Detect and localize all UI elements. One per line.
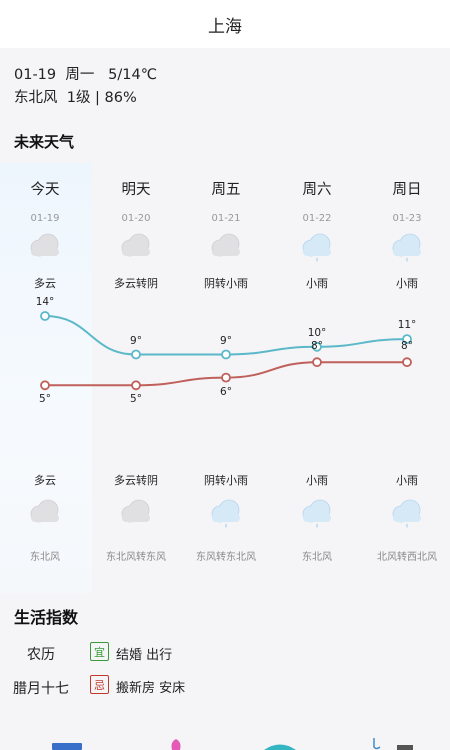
city-title: 上海: [208, 16, 242, 37]
day-date: 01-22: [302, 213, 332, 224]
current-weather: 01-19 周一 5/14℃ 东北风 1级 | 86%: [14, 64, 157, 110]
nav-hook-icon: [373, 738, 381, 750]
low-temp-label: 8°: [311, 340, 323, 353]
light-rain-icon: [302, 233, 331, 262]
forecast-section-title: 未来天气: [14, 133, 75, 151]
night-weather-icon: [297, 497, 337, 529]
low-temp-point: [221, 372, 231, 383]
day-condition: 多云: [34, 277, 56, 290]
day-weather-icon: [116, 231, 156, 263]
night-weather-icon: [206, 497, 246, 529]
high-temp-point: [40, 311, 50, 321]
day-name: 周五: [211, 182, 241, 198]
day-condition: 小雨: [396, 277, 418, 290]
life-index-title: 生活指数: [14, 608, 79, 627]
day-weather-icon: [387, 231, 427, 263]
lunar-label: 农历: [27, 647, 55, 663]
night-weather-icon: [387, 497, 427, 529]
current-wind-humidity: 东北风 1级 | 86%: [14, 90, 137, 106]
light-rain-icon: [211, 499, 240, 528]
top-bar: 上海: [0, 0, 450, 48]
low-temp-point: [131, 380, 141, 391]
wind-label: 东风转东北风: [196, 552, 256, 563]
nav-drop-icon: [171, 739, 181, 750]
night-condition: 小雨: [306, 474, 328, 487]
high-temp-label: 10°: [307, 326, 327, 339]
bottom-nav-strip[interactable]: [0, 735, 450, 750]
lunar-date: 腊月十七: [13, 681, 69, 697]
night-condition: 小雨: [396, 474, 418, 487]
light-rain-icon: [392, 499, 421, 528]
day-weather-icon: [297, 231, 337, 263]
yi-badge: 宜: [90, 642, 109, 661]
night-condition: 多云转阴: [114, 474, 158, 487]
low-temp-point: [40, 380, 50, 391]
high-temp-label: 14°: [35, 296, 55, 308]
high-temp-label: 9°: [220, 334, 232, 347]
day-condition: 阴转小雨: [204, 277, 248, 290]
day-weather-icon: [206, 231, 246, 263]
day-weather-icon: [25, 231, 65, 263]
day-condition: 小雨: [306, 277, 328, 290]
day-name: 周六: [302, 182, 332, 198]
cloudy-icon: [30, 499, 59, 523]
wind-label: 东北风: [30, 552, 60, 563]
cloudy-icon: [30, 233, 59, 257]
low-temp-label: 5°: [130, 393, 142, 406]
night-condition: 阴转小雨: [204, 474, 248, 487]
day-condition: 多云转阴: [114, 277, 158, 290]
forecast-day-1[interactable]: 明天 01-20: [91, 178, 181, 224]
day-name: 今天: [30, 182, 60, 198]
day-date: 01-19: [30, 213, 60, 224]
high-temp-point: [221, 349, 231, 360]
temperature-chart: [40, 311, 412, 391]
ji-text: 搬新房 安床: [116, 681, 186, 696]
low-temp-label: 6°: [220, 385, 232, 398]
day-date: 01-20: [121, 213, 151, 224]
day-name: 周日: [392, 182, 422, 198]
current-date-temp: 01-19 周一 5/14℃: [14, 67, 158, 83]
night-condition: 多云: [34, 474, 56, 487]
cloudy-icon: [121, 233, 150, 257]
forecast-day-0[interactable]: 今天 01-19: [0, 178, 90, 224]
day-name: 明天: [121, 182, 151, 198]
nav-card-icon: [52, 743, 82, 750]
day-date: 01-21: [211, 213, 241, 224]
forecast-day-3[interactable]: 周六 01-22: [272, 178, 362, 224]
low-temp-point: [402, 357, 412, 368]
yi-text: 结婚 出行: [116, 648, 173, 663]
light-rain-icon: [302, 499, 331, 528]
night-weather-icon: [116, 497, 156, 529]
forecast-day-4[interactable]: 周日 01-23: [362, 178, 450, 224]
low-temp-label: 5°: [39, 393, 51, 406]
light-rain-icon: [392, 233, 421, 262]
night-weather-icon: [25, 497, 65, 529]
wind-label: 东北风转东风: [106, 552, 166, 563]
high-temp-point: [131, 349, 141, 360]
forecast-day-2[interactable]: 周五 01-21: [181, 178, 271, 224]
wind-label: 东北风: [302, 552, 332, 563]
nav-shirt-icon: [264, 744, 296, 750]
cloudy-icon: [121, 499, 150, 523]
low-temp-label: 8°: [401, 340, 413, 353]
wind-label: 北风转西北风: [377, 552, 437, 563]
nav-box-icon: [397, 745, 413, 750]
cloudy-icon: [211, 233, 240, 257]
ji-badge: 忌: [90, 675, 109, 694]
high-temp-label: 9°: [130, 334, 142, 347]
high-temp-label: 11°: [397, 319, 417, 332]
low-temp-point: [312, 357, 322, 368]
day-date: 01-23: [392, 213, 422, 224]
